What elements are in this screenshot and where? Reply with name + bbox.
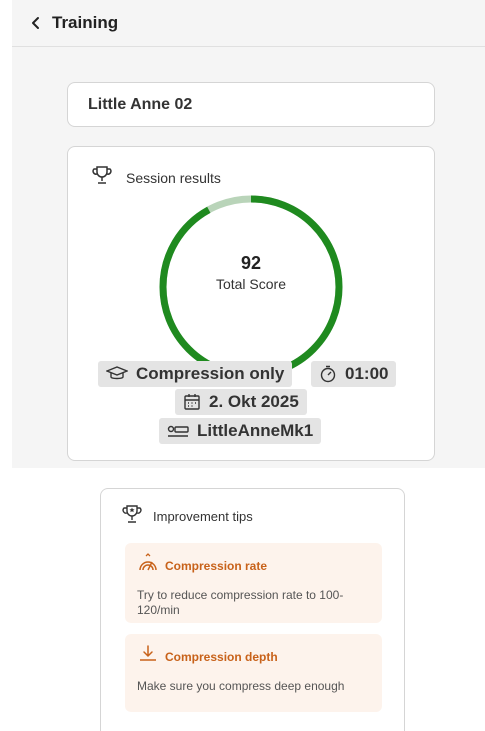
improvement-tips-card: Improvement tips Compression rate Try to… [100, 488, 405, 731]
score-label: Total Score [215, 276, 287, 292]
device-selector[interactable]: Little Anne 02 [67, 82, 435, 127]
trophy-star-icon [121, 503, 143, 530]
session-results-card: Session results 92 Total Score Compressi… [67, 146, 435, 461]
top-panel: Training Little Anne 02 Session results … [12, 0, 485, 468]
header: Training [12, 0, 485, 47]
tip-title: Compression rate [165, 558, 268, 573]
manikin-icon [167, 425, 189, 437]
improvement-tips-header: Improvement tips [121, 503, 253, 530]
graduation-cap-icon [106, 366, 128, 380]
session-results-title: Session results [126, 169, 221, 186]
mode-label: Compression only [136, 364, 285, 383]
device-name: Little Anne 02 [88, 95, 193, 113]
duration-chip: 01:00 [311, 361, 397, 387]
gauge-icon [137, 553, 159, 578]
arrow-down-icon [137, 644, 159, 669]
duration-label: 01:00 [345, 364, 389, 383]
tip-text: Make sure you compress deep enough [137, 679, 345, 693]
score-value: 92 [240, 253, 262, 273]
manikin-chip: LittleAnneMk1 [159, 418, 322, 444]
mode-chip: Compression only [98, 361, 293, 387]
session-results-header: Session results [90, 163, 221, 192]
back-chevron-icon[interactable] [26, 13, 46, 33]
tip-compression-rate[interactable]: Compression rate Try to reduce compressi… [125, 543, 382, 623]
improvement-tips-title: Improvement tips [153, 509, 253, 524]
tip-compression-depth[interactable]: Compression depth Make sure you compress… [125, 634, 382, 712]
date-label: 2. Okt 2025 [209, 392, 299, 411]
calendar-icon [184, 394, 200, 410]
page-title: Training [52, 13, 119, 32]
tip-text: Try to reduce compression rate to 100-12… [137, 588, 344, 617]
tip-title: Compression depth [165, 649, 278, 664]
date-chip: 2. Okt 2025 [175, 389, 307, 415]
manikin-label: LittleAnneMk1 [197, 421, 314, 440]
total-score-ring: 92 Total Score [155, 191, 347, 383]
stopwatch-icon [320, 365, 336, 383]
trophy-icon [90, 163, 114, 192]
